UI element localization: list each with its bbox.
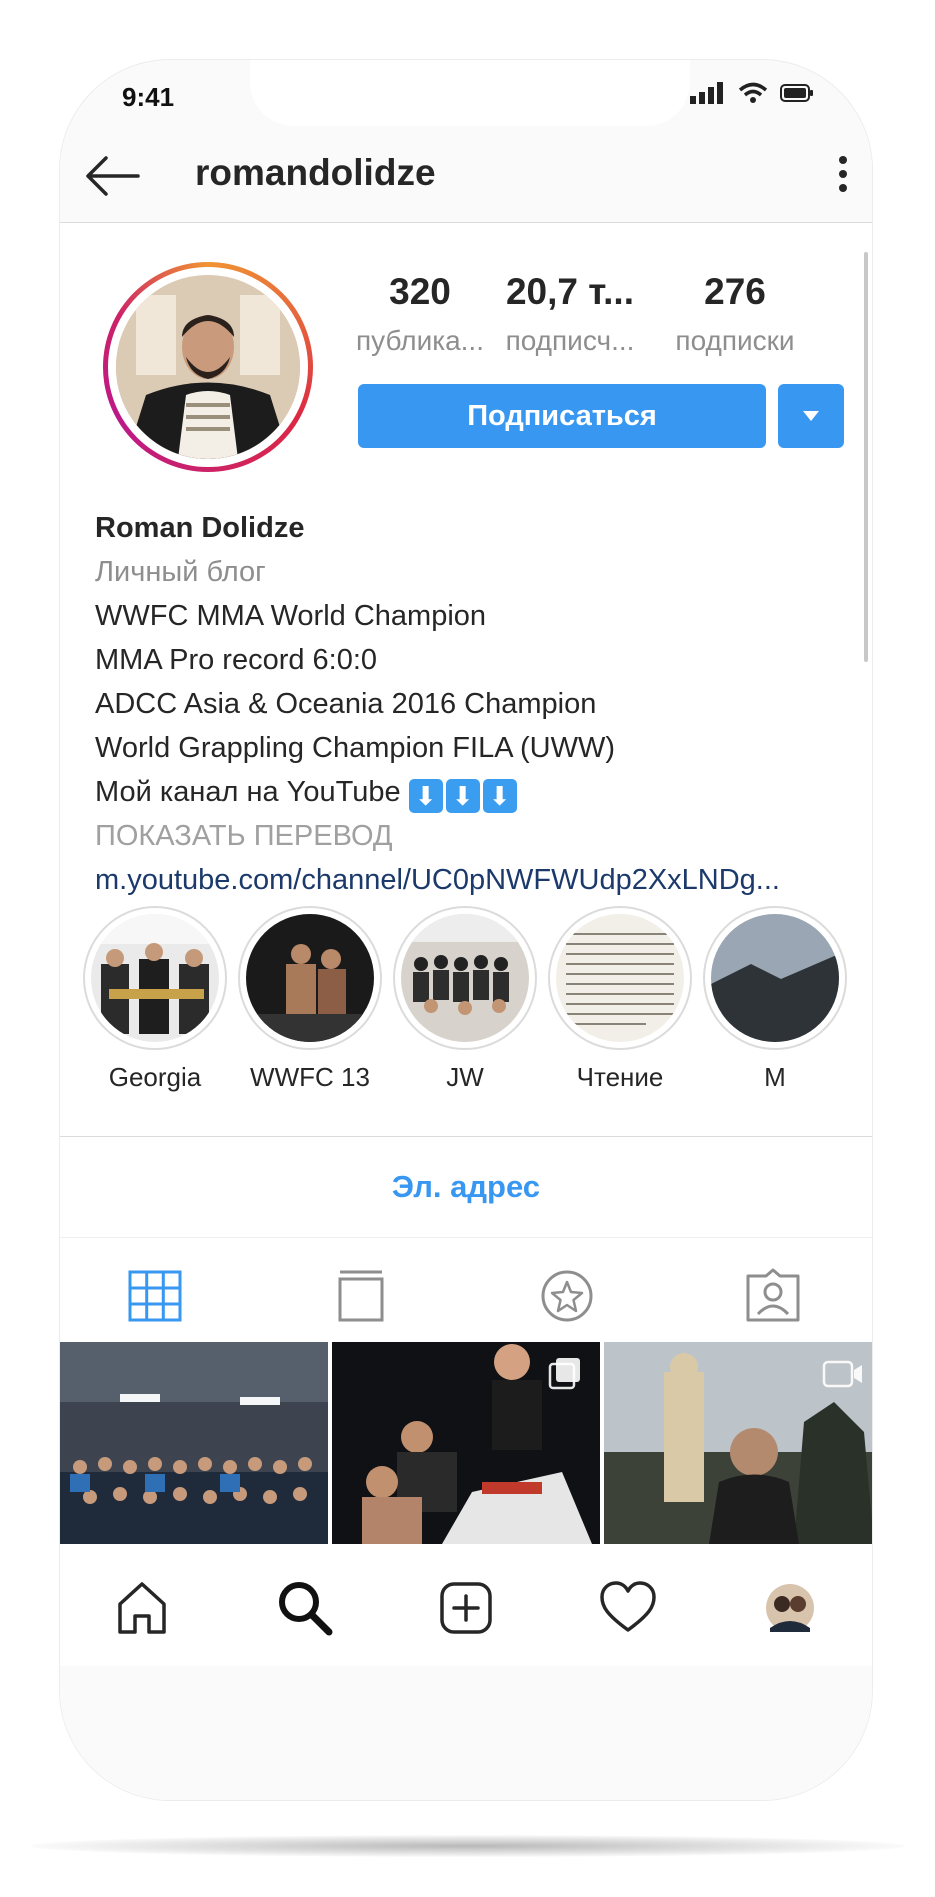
stat-following-label: подписки [675, 325, 795, 356]
device-shadow [30, 1835, 905, 1857]
bio-line: WWFC MMA World Champion [95, 600, 487, 632]
down-arrow-emoji-icon: ⬇ [482, 779, 517, 813]
profile-bio: Roman Dolidze Личный блог WWFC MMA World… [95, 506, 835, 902]
stat-followers-label: подписч... [505, 325, 635, 356]
video-icon [822, 1360, 862, 1388]
notch [250, 60, 690, 126]
home-indicator-area [60, 1666, 872, 1800]
bio-full-name: Roman Dolidze [95, 512, 305, 544]
stat-posts-value: 320 [389, 271, 451, 312]
highlight-label: Georgia [108, 1062, 202, 1092]
highlight-item[interactable]: M [700, 906, 850, 1093]
highlight-thumbnail [711, 914, 839, 1042]
highlight-label: M [764, 1062, 786, 1092]
top-bar: romandolidze [60, 126, 872, 223]
highlight-item[interactable]: WWFC 13 [235, 906, 385, 1093]
feed-view-icon[interactable] [332, 1268, 390, 1324]
bio-category: Личный блог [95, 556, 266, 588]
profile-screen: romandolidze 320 публика... 20,7 т... по… [60, 126, 872, 1800]
search-icon[interactable] [275, 1578, 335, 1638]
signal-icon [690, 82, 723, 104]
bottom-navigation [60, 1546, 872, 1666]
highlight-thumbnail [556, 914, 684, 1042]
profile-avatar[interactable] [103, 262, 313, 472]
down-arrow-emoji-icon: ⬇ [445, 779, 480, 813]
bio-youtube-text: Мой канал на YouTube [95, 776, 401, 808]
wifi-icon [738, 82, 768, 103]
show-translation-link[interactable]: ПОКАЗАТЬ ПЕРЕВОД [95, 814, 835, 858]
caret-down-icon [803, 411, 819, 421]
carousel-icon [548, 1358, 580, 1390]
highlight-label: JW [446, 1062, 484, 1092]
profile-tabs [60, 1238, 872, 1338]
grid-view-icon[interactable] [126, 1268, 184, 1324]
story-highlights: Georgia WWFC 13 JW Чтение M [80, 906, 872, 1092]
post-thumbnail[interactable] [604, 1342, 872, 1544]
highlight-item[interactable]: Georgia [80, 906, 230, 1093]
highlight-label: Чтение [576, 1062, 664, 1092]
highlight-thumbnail [401, 914, 529, 1042]
highlight-item[interactable]: Чтение [545, 906, 695, 1093]
suggestions-dropdown-button[interactable] [778, 384, 844, 448]
follow-button[interactable]: Подписаться [358, 384, 766, 448]
post-thumbnail[interactable] [332, 1342, 600, 1544]
new-post-icon[interactable] [436, 1578, 496, 1638]
phone-frame: 9:41 romandolidze 320 публика... 20,7 т.… [60, 60, 872, 1800]
back-arrow-icon[interactable] [84, 156, 140, 196]
highlight-item[interactable]: JW [390, 906, 540, 1093]
avatar-photo [116, 275, 300, 459]
profile-avatar-nav-icon[interactable] [760, 1578, 820, 1638]
igtv-star-icon[interactable] [538, 1268, 596, 1324]
highlight-thumbnail [91, 914, 219, 1042]
stat-followers[interactable]: 20,7 т... подписч... [490, 271, 650, 357]
status-time: 9:41 [122, 82, 175, 112]
stat-posts-label: публика... [355, 325, 484, 356]
email-button[interactable]: Эл. адрес [60, 1136, 872, 1238]
bio-line: ADCC Asia & Oceania 2016 Champion [95, 688, 597, 720]
highlight-label: WWFC 13 [250, 1062, 370, 1092]
down-arrow-emoji-icon: ⬇ [408, 779, 443, 813]
bio-website-link[interactable]: m.youtube.com/channel/UC0pNWFWUdp2XxLNDg… [95, 858, 835, 902]
status-icons [690, 82, 814, 104]
profile-username: romandolidze [195, 152, 436, 193]
activity-heart-icon[interactable] [598, 1578, 658, 1638]
post-thumbnail[interactable] [60, 1342, 328, 1544]
posts-grid [60, 1342, 872, 1544]
bio-line-youtube: Мой канал на YouTube ⬇ ⬇ ⬇ [95, 770, 835, 814]
battery-icon [780, 84, 813, 102]
bio-line: World Grappling Champion FILA (UWW) [95, 732, 616, 764]
profile-stats: 320 публика... 20,7 т... подписч... 276 … [356, 271, 840, 381]
tagged-photos-icon[interactable] [744, 1268, 802, 1324]
home-icon[interactable] [112, 1578, 172, 1638]
stat-following[interactable]: 276 подписки [655, 271, 815, 357]
bio-line: MMA Pro record 6:0:0 [95, 644, 378, 676]
highlight-thumbnail [246, 914, 374, 1042]
stat-posts[interactable]: 320 публика... [340, 271, 500, 357]
stat-following-value: 276 [704, 271, 766, 312]
more-options-icon[interactable] [834, 154, 852, 194]
stat-followers-value: 20,7 т... [505, 271, 634, 312]
scrollbar[interactable] [864, 252, 868, 662]
